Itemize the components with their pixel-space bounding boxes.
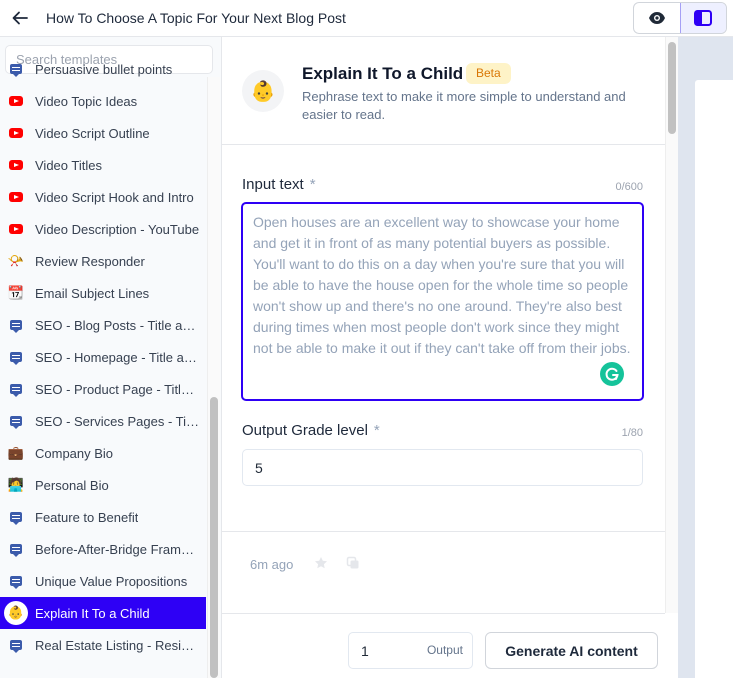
grammarly-icon — [605, 367, 619, 381]
youtube-icon — [4, 153, 28, 177]
youtube-icon — [4, 89, 28, 113]
eye-icon — [648, 12, 665, 24]
template-list: Persuasive bullet points Video Topic Ide… — [0, 53, 206, 661]
output-count-field: Output — [348, 632, 473, 669]
input-text-label-text: Input text — [242, 176, 304, 193]
message-icon — [4, 537, 28, 561]
template-item[interactable]: Real Estate Listing - Residential — [0, 629, 206, 661]
template-item[interactable]: 🧑‍💻 Personal Bio — [0, 469, 206, 501]
top-bar: How To Choose A Topic For Your Next Blog… — [0, 0, 733, 37]
message-icon — [4, 409, 28, 433]
message-icon — [4, 505, 28, 529]
history-timestamp: 6m ago — [250, 557, 294, 572]
template-item[interactable]: Unique Value Propositions — [0, 565, 206, 597]
generate-ai-content-button[interactable]: Generate AI content — [485, 632, 658, 669]
divider — [222, 531, 665, 532]
sidebar-layout-toggle-button[interactable] — [679, 3, 726, 33]
input-text-field[interactable] — [241, 202, 644, 401]
templates-sidebar: Persuasive bullet points Video Topic Ide… — [0, 37, 222, 678]
message-icon — [4, 633, 28, 657]
copy-icon — [346, 556, 359, 569]
document-title: How To Choose A Topic For Your Next Blog… — [46, 10, 346, 26]
message-icon — [4, 377, 28, 401]
template-item[interactable]: SEO - Product Page - Title and Meta Desc… — [0, 373, 206, 405]
template-item-label: Personal Bio — [35, 477, 109, 493]
template-item-label: Before-After-Bridge Framework — [35, 541, 200, 557]
template-item[interactable]: 📯 Review Responder — [0, 245, 206, 277]
template-item-label: SEO - Product Page - Title and Meta Desc… — [35, 381, 200, 397]
grade-level-input[interactable] — [242, 449, 643, 486]
template-item-label: Video Script Hook and Intro — [35, 189, 194, 205]
template-item[interactable]: SEO - Homepage - Title and Meta Descript… — [0, 341, 206, 373]
template-item-label: Company Bio — [35, 445, 114, 461]
template-item-label: Video Titles — [35, 157, 102, 173]
template-item-label: Unique Value Propositions — [35, 573, 188, 589]
youtube-icon — [4, 217, 28, 241]
grade-level-counter: 1/80 — [621, 427, 643, 439]
template-item[interactable]: Video Script Outline — [0, 117, 206, 149]
youtube-icon — [4, 185, 28, 209]
back-button[interactable] — [8, 6, 32, 30]
template-item-active[interactable]: 👶 Explain It To a Child — [0, 597, 206, 629]
template-item[interactable]: 📆 Email Subject Lines — [0, 277, 206, 309]
output-count-suffix: Output — [426, 643, 463, 657]
view-toggle — [633, 2, 727, 34]
preview-toggle-button[interactable] — [634, 3, 680, 33]
message-icon — [4, 569, 28, 593]
template-title: Explain It To a Child — [302, 64, 464, 83]
template-form-panel: 👶 Explain It To a Child Beta Rephrase te… — [222, 37, 665, 678]
template-item[interactable]: Before-After-Bridge Framework — [0, 533, 206, 565]
sidebar-scrollbar-thumb[interactable] — [210, 397, 218, 678]
required-mark: * — [373, 422, 380, 439]
message-icon — [4, 345, 28, 369]
megaphone-icon: 📯 — [7, 253, 25, 268]
grade-level-label: Output Grade level * — [242, 422, 380, 439]
template-item-label: SEO - Services Pages - Title and Meta De… — [35, 413, 200, 429]
template-item[interactable]: Feature to Benefit — [0, 501, 206, 533]
template-item[interactable]: 💼 Company Bio — [0, 437, 206, 469]
baby-icon: 👶 — [4, 601, 28, 625]
template-header: 👶 Explain It To a Child Beta Rephrase te… — [222, 37, 665, 145]
template-item-label: Review Responder — [35, 253, 145, 269]
template-item[interactable]: Persuasive bullet points — [0, 53, 206, 85]
editor-document[interactable] — [695, 80, 733, 678]
message-icon — [4, 57, 28, 81]
template-description: Rephrase text to make it more simple to … — [302, 89, 626, 122]
template-item-label: Persuasive bullet points — [35, 61, 173, 77]
template-item-label: SEO - Homepage - Title and Meta Descript… — [35, 349, 200, 365]
input-text-label: Input text * — [242, 176, 316, 193]
template-item-label: Real Estate Listing - Residential — [35, 637, 200, 653]
output-count-input[interactable] — [349, 633, 419, 668]
template-item[interactable]: Video Topic Ideas — [0, 85, 206, 117]
grade-level-label-text: Output Grade level — [242, 422, 368, 439]
message-icon — [4, 313, 28, 337]
template-item-label: Feature to Benefit — [35, 509, 139, 525]
layout-sidebar-icon — [694, 10, 713, 26]
envelope-icon: 📆 — [7, 285, 25, 300]
template-item-label: Email Subject Lines — [35, 285, 150, 301]
beta-badge: Beta — [466, 63, 511, 84]
briefcase-icon: 💼 — [7, 445, 25, 460]
arrow-left-icon — [12, 11, 28, 25]
template-item-label: Explain It To a Child — [35, 605, 150, 621]
template-item-label: Video Script Outline — [35, 125, 150, 141]
grammarly-button[interactable] — [600, 362, 624, 386]
template-item[interactable]: SEO - Blog Posts - Title and Meta Descri… — [0, 309, 206, 341]
template-item[interactable]: Video Titles — [0, 149, 206, 181]
input-text-counter: 0/600 — [615, 181, 643, 193]
person-laptop-icon: 🧑‍💻 — [7, 477, 25, 492]
star-icon — [315, 557, 327, 569]
youtube-icon — [4, 121, 28, 145]
template-item[interactable]: Video Description - YouTube — [0, 213, 206, 245]
template-item-label: Video Topic Ideas — [35, 93, 138, 109]
required-mark: * — [309, 176, 316, 193]
template-item-label: Video Description - YouTube — [35, 221, 200, 237]
baby-icon: 👶 — [242, 70, 284, 112]
template-item-label: SEO - Blog Posts - Title and Meta Descri… — [35, 317, 200, 333]
template-item[interactable]: Video Script Hook and Intro — [0, 181, 206, 213]
copy-button[interactable] — [346, 556, 360, 575]
template-item[interactable]: SEO - Services Pages - Title and Meta De… — [0, 405, 206, 437]
favorite-button[interactable] — [314, 556, 328, 575]
main-scrollbar-thumb[interactable] — [668, 42, 676, 134]
